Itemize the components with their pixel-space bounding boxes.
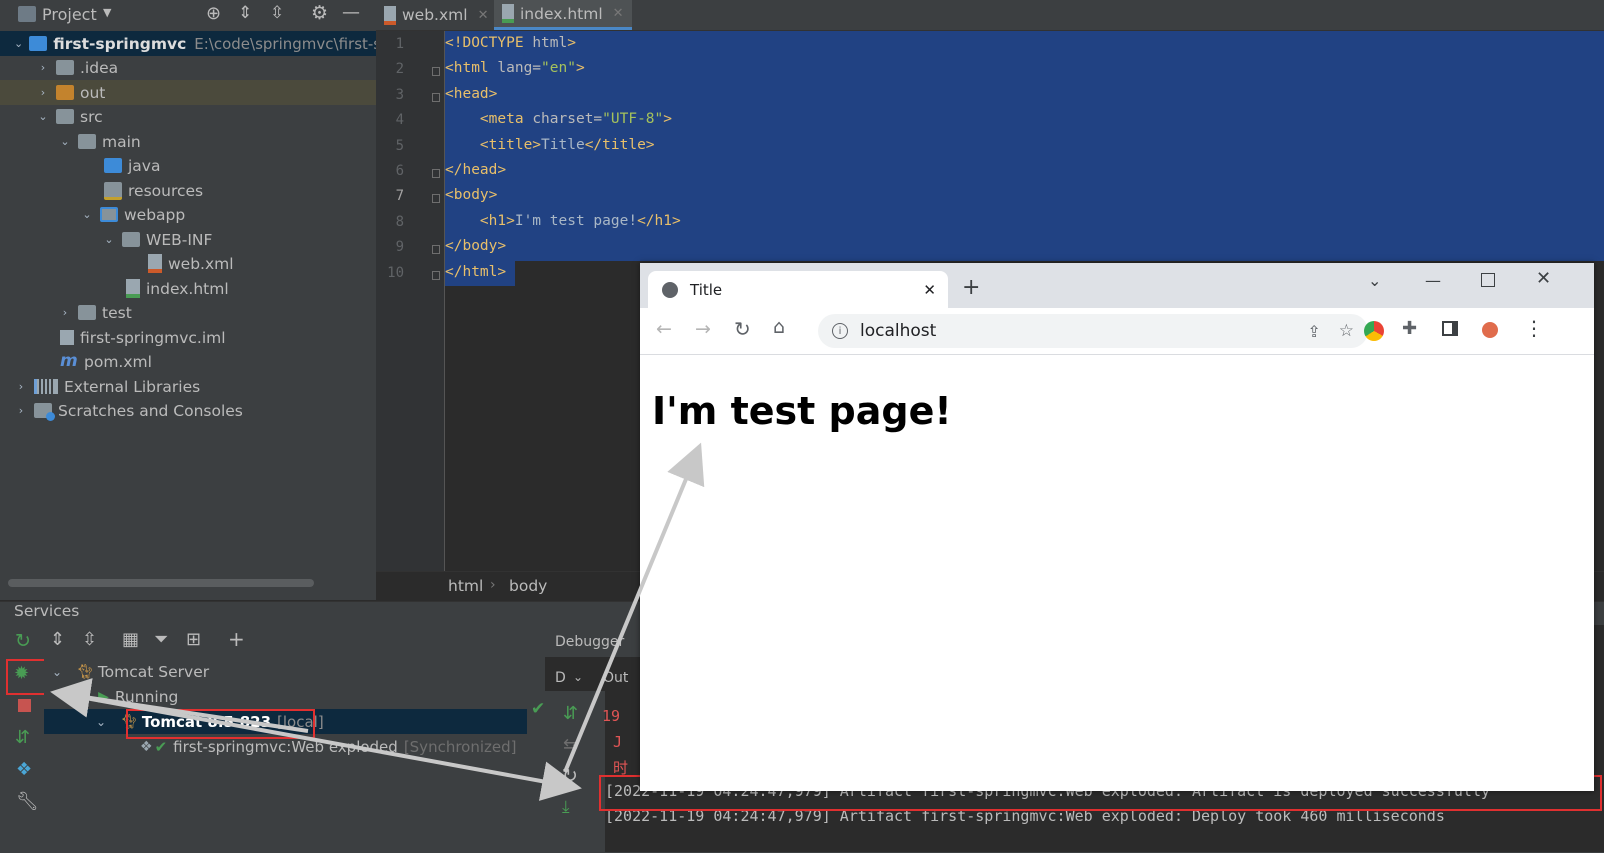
annotation-arrow [563,442,705,773]
annotation-arrow [57,691,582,801]
annotation-arrows [50,442,705,801]
